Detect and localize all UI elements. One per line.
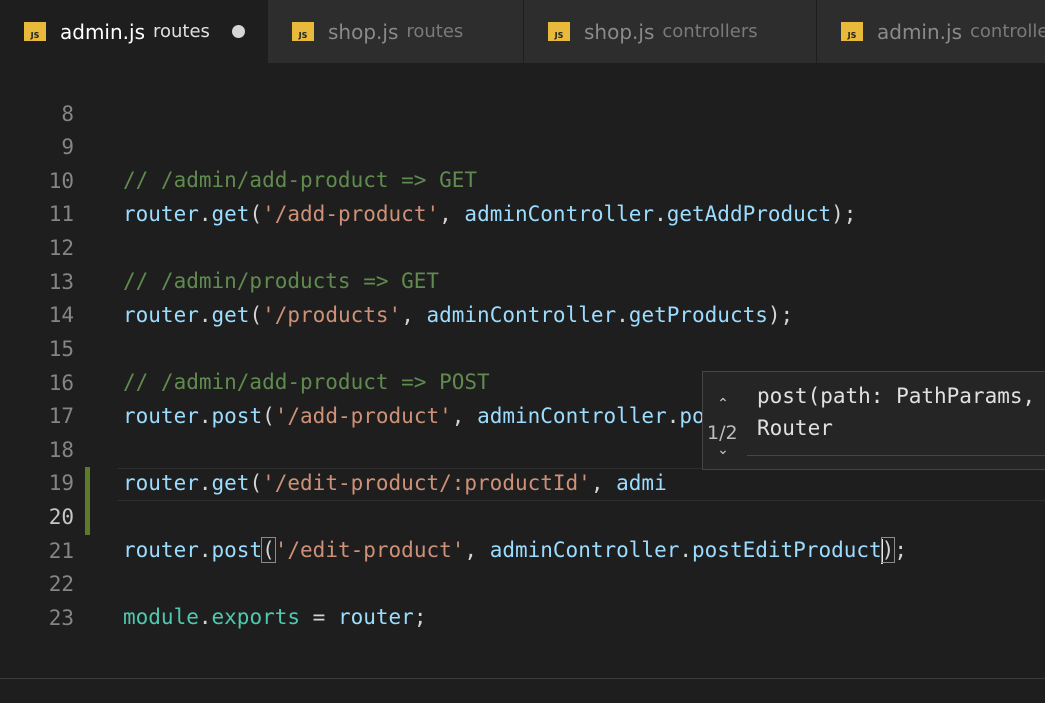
javascript-file-icon: JS: [24, 22, 46, 41]
tab-filename: admin.js: [877, 19, 962, 44]
line-code[interactable]: module.exports = router;: [123, 601, 426, 634]
overload-navigator: ⌃ 1/2 ⌄: [703, 372, 745, 471]
tab-directory: routes: [153, 21, 210, 42]
popup-divider: [747, 455, 1045, 456]
code-line[interactable]: 12 // /admin/products => GET: [0, 199, 1045, 293]
chevron-down-icon[interactable]: ⌄: [713, 442, 733, 458]
code-line[interactable]: 11: [0, 165, 1045, 226]
code-line[interactable]: 22 module.exports = router;: [0, 535, 1045, 629]
horizontal-scrollbar[interactable]: [0, 678, 1045, 691]
token: module: [123, 605, 199, 629]
code-line[interactable]: 10 router.get('/add-product', adminContr…: [0, 132, 1045, 226]
code-line[interactable]: 8: [0, 65, 1045, 126]
code-line[interactable]: 16 router.post('/add-product', adminCont…: [0, 334, 1045, 428]
unsaved-changes-dot-icon[interactable]: [231, 25, 245, 38]
tab-directory: controllers: [662, 21, 758, 42]
line-number: 23: [48, 606, 74, 630]
javascript-file-icon: JS: [841, 22, 863, 41]
tab-filename: admin.js: [60, 19, 145, 44]
return-type: Router: [757, 416, 833, 440]
code-line[interactable]: 13 router.get('/products', adminControll…: [0, 233, 1045, 327]
tab-directory: routes: [406, 21, 464, 42]
tab-shop-controllers[interactable]: JS shop.js controllers: [524, 0, 817, 63]
editor-tab-bar: JS admin.js routes JS shop.js routes JS …: [0, 0, 1045, 63]
tab-admin-controllers[interactable]: JS admin.js controllers: [817, 0, 1045, 63]
tab-shop-routes[interactable]: JS shop.js routes: [268, 0, 524, 63]
code-line[interactable]: 15 // /admin/add-product => POST: [0, 300, 1045, 394]
signature-text: post(path: PathParams,: [757, 384, 1036, 408]
overload-counter: 1/2: [707, 422, 738, 444]
code-line[interactable]: 21: [0, 502, 1045, 563]
tab-admin-routes[interactable]: JS admin.js routes: [0, 0, 268, 63]
tab-filename: shop.js: [328, 19, 399, 44]
token: router: [337, 605, 414, 629]
tab-directory: controllers: [970, 21, 1045, 42]
code-line-current[interactable]: 20 router.post('/edit-product', adminCon…: [0, 468, 1045, 564]
chevron-up-icon[interactable]: ⌃: [713, 396, 733, 412]
code-line[interactable]: 14: [0, 266, 1045, 327]
token: .: [198, 605, 212, 629]
signature-help-popup: ⌃ 1/2 ⌄ post(path: PathParams, Router: [702, 371, 1045, 470]
javascript-file-icon: JS: [548, 22, 570, 41]
tab-filename: shop.js: [584, 19, 655, 44]
javascript-file-icon: JS: [292, 22, 314, 41]
token: ;: [413, 605, 427, 629]
token: =: [300, 605, 338, 629]
code-line[interactable]: 23: [0, 569, 1045, 630]
token: exports: [211, 605, 301, 629]
code-line[interactable]: 9 // /admin/add-product => GET: [0, 98, 1045, 192]
